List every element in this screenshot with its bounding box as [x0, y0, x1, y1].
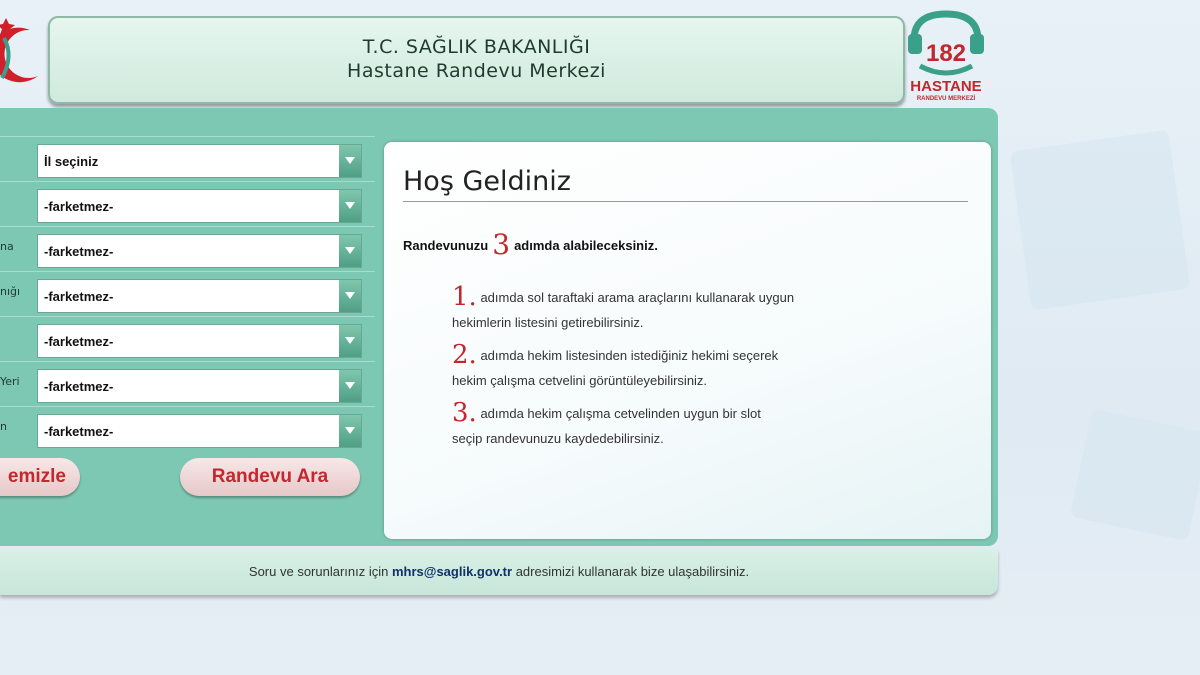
- select-value: -farketmez-: [44, 424, 114, 439]
- chevron-down-icon: [345, 337, 355, 344]
- chevron-down-icon: [345, 292, 355, 299]
- intro-text-before: Randevunuzu: [403, 238, 489, 253]
- chevron-down-icon: [345, 382, 355, 389]
- hospital-select[interactable]: -farketmez-: [37, 234, 362, 268]
- form-row-clinic: nığı -farketmez-: [0, 271, 375, 316]
- ministry-logo: [0, 8, 46, 108]
- select-value: -farketmez-: [44, 289, 114, 304]
- dropdown-arrow[interactable]: [339, 325, 361, 357]
- last-select[interactable]: -farketmez-: [37, 414, 362, 448]
- intro-text-after: adımda alabileceksiniz.: [514, 238, 658, 253]
- form-row-last: n -farketmez-: [0, 406, 375, 451]
- form-row-place: Yeri -farketmez-: [0, 361, 375, 406]
- background-shape: [1009, 129, 1191, 311]
- search-appointment-button[interactable]: Randevu Ara: [180, 458, 360, 496]
- select-value: -farketmez-: [44, 199, 114, 214]
- field-label: nığı: [0, 285, 21, 298]
- field-label: n: [0, 420, 7, 433]
- select-value: -farketmez-: [44, 334, 114, 349]
- contact-email-link[interactable]: mhrs@saglik.gov.tr: [392, 564, 512, 579]
- place-select[interactable]: -farketmez-: [37, 369, 362, 403]
- field-label: Yeri: [0, 375, 20, 388]
- welcome-intro: Randevunuzu 3 adımda alabileceksiniz.: [403, 228, 658, 261]
- dropdown-arrow[interactable]: [339, 190, 361, 222]
- step-3: 3. adımda hekim çalışma cetvelinden uygu…: [452, 398, 932, 450]
- form-row-hospital: na -farketmez-: [0, 226, 375, 271]
- dropdown-arrow[interactable]: [339, 280, 361, 312]
- header-title: T.C. SAĞLIK BAKANLIĞI: [362, 36, 591, 58]
- step-text: adımda sol taraftaki arama araçlarını ku…: [480, 290, 795, 305]
- chevron-down-icon: [345, 202, 355, 209]
- dropdown-arrow[interactable]: [339, 235, 361, 267]
- select-value: -farketmez-: [44, 379, 114, 394]
- step-number: 2.: [452, 340, 477, 370]
- logo-brand: HASTANE: [910, 78, 982, 95]
- district-select[interactable]: -farketmez-: [37, 189, 362, 223]
- step-2: 2. adımda hekim listesinden istediğiniz …: [452, 340, 932, 392]
- welcome-box: Hoş Geldiniz Randevunuzu 3 adımda alabilec…: [384, 142, 991, 539]
- welcome-title: Hoş Geldiniz: [403, 166, 968, 202]
- logo-number: 182: [925, 40, 967, 67]
- clinic-select[interactable]: -farketmez-: [37, 279, 362, 313]
- province-select[interactable]: İl seçiniz: [37, 144, 362, 178]
- step-text: adımda hekim çalışma cetvelinden uygun b…: [480, 406, 761, 421]
- select-value: İl seçiniz: [44, 154, 99, 169]
- step-1: 1. adımda sol taraftaki arama araçlarını…: [452, 282, 932, 334]
- chevron-down-icon: [345, 157, 355, 164]
- footer-text-before: Soru ve sorunlarınız için: [248, 564, 389, 579]
- site-footer: Soru ve sorunlarınız için mhrs@saglik.go…: [0, 549, 998, 595]
- form-row-doctor: -farketmez-: [0, 316, 375, 361]
- step-text: seçip randevunuzu kaydedebilirsiniz.: [452, 431, 664, 446]
- select-value: -farketmez-: [44, 244, 114, 259]
- step-number: 3.: [452, 398, 477, 428]
- chevron-down-icon: [345, 247, 355, 254]
- field-label: na: [0, 240, 14, 253]
- hastane-182-logo: 182 HASTANE RANDEVU MERKEZİ: [906, 10, 986, 110]
- clear-button[interactable]: emizle: [0, 458, 80, 496]
- step-number: 1.: [452, 282, 477, 312]
- form-row-province: İl seçiniz: [0, 136, 375, 181]
- footer-text-after: adresimizi kullanarak bize ulaşabilirsin…: [515, 564, 750, 579]
- logo-sub: RANDEVU MERKEZİ: [916, 96, 976, 102]
- header-subtitle: Hastane Randevu Merkezi: [347, 60, 606, 82]
- doctor-select[interactable]: -farketmez-: [37, 324, 362, 358]
- step-text: adımda hekim listesinden istediğiniz hek…: [480, 348, 779, 363]
- dropdown-arrow[interactable]: [339, 145, 361, 177]
- site-header: T.C. SAĞLIK BAKANLIĞI Hastane Randevu Me…: [48, 16, 905, 104]
- step-text: hekim çalışma cetvelini görüntüleyebilir…: [452, 373, 708, 388]
- background-shape: [1069, 408, 1200, 542]
- form-row-district: -farketmez-: [0, 181, 375, 226]
- chevron-down-icon: [345, 427, 355, 434]
- step-text: hekimlerin listesini getirebilirsiniz.: [452, 315, 644, 330]
- dropdown-arrow[interactable]: [339, 415, 361, 447]
- dropdown-arrow[interactable]: [339, 370, 361, 402]
- intro-step-count: 3: [492, 228, 511, 261]
